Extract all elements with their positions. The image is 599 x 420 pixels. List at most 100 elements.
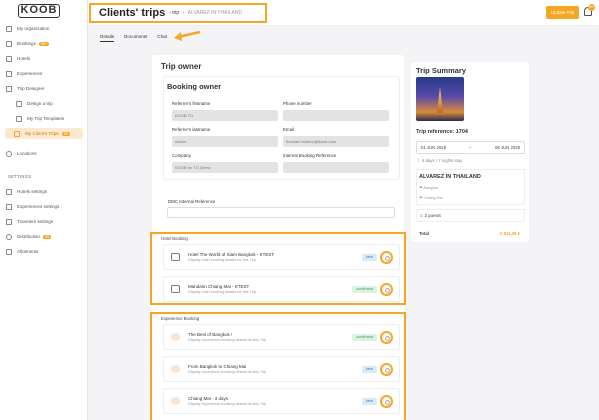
sidebar-item-travelers-settings[interactable]: Travelers settings (6, 216, 53, 227)
sidebar-item-trip-templates[interactable]: My Trip Templates (16, 113, 64, 124)
end-date: 06 JUN 2025 (495, 145, 521, 150)
breadcrumb: › trip › ALVAREZ IN THAILAND (169, 10, 242, 16)
clients-trips-badge: 99 (61, 131, 70, 136)
dmc-ref-input[interactable] (167, 207, 395, 218)
status-badge: sent (361, 254, 377, 261)
sidebar-item-locations[interactable]: Locations (6, 148, 37, 159)
sidebar-item-label: Trip Designer (17, 86, 45, 91)
sidebar-item-label: Allotments (17, 249, 39, 254)
sidebar-item-clients-trips[interactable]: My Client's Trips 99 (5, 128, 83, 139)
booking-title: Chiang Mai - 3 days (188, 396, 229, 401)
breadcrumb-trip[interactable]: trip (172, 10, 179, 16)
sidebar-item-label: Experiences (17, 71, 43, 76)
city-name: Chiang Mai (423, 196, 443, 200)
experience-booking-row[interactable]: Chiang Mai - 3 days Display experience b… (163, 388, 400, 414)
bed-icon (171, 253, 180, 261)
tab-documents[interactable]: Documents (124, 34, 147, 42)
details-toggle-icon[interactable] (380, 251, 393, 264)
koob-logo[interactable]: KOOB (18, 4, 60, 18)
bed-icon (171, 285, 180, 293)
sidebar-item-label: Travelers settings (17, 219, 54, 224)
sidebar-item-label: My Trip Templates (27, 116, 65, 121)
arrow-annotation-icon (174, 30, 201, 41)
referrer-firstname-field: KOOB TO (172, 110, 278, 121)
city-item: ⚑ Bangkok (419, 185, 438, 190)
folder-icon (14, 130, 20, 137)
hotel-booking-row[interactable]: Mandarin Chiang Mai - KTEST Display hote… (163, 276, 400, 302)
referrer-lastname-field: Admin (172, 136, 278, 147)
layers-icon (6, 70, 12, 77)
tab-details[interactable]: Details (100, 34, 115, 42)
status-badge: confirmed (352, 286, 377, 293)
sidebar-item-hotels[interactable]: Hotels (6, 53, 30, 64)
trip-name: ALVAREZ IN THAILAND (419, 174, 481, 180)
layers-icon (171, 365, 180, 373)
page-title: Clients' trips (99, 7, 166, 19)
settings-heading: SETTINGS (8, 174, 32, 179)
company-field: KOOB for TO Demo (172, 162, 278, 173)
layers-icon (171, 333, 180, 341)
update-trip-button[interactable]: Update Trip (546, 6, 579, 19)
tab-chat[interactable]: Chat (157, 34, 167, 42)
booking-title: Hotel The World of Siam Bangkok - KTEST (188, 252, 275, 257)
distribution-badge: 99 (42, 234, 52, 239)
duration: ☾ 6 days / 7 nights stay (417, 158, 462, 164)
details-toggle-icon[interactable] (380, 395, 393, 408)
notification-badge: 99+ (588, 4, 595, 11)
details-toggle-icon[interactable] (380, 331, 393, 344)
guests: ☺ 2 guests (419, 213, 441, 218)
trip-summary-title: Trip Summary (416, 66, 467, 75)
internal-ref-label: Internal Booking Reference (283, 153, 337, 158)
globe-icon (6, 150, 12, 157)
total-label: Total (419, 231, 429, 236)
share-icon (6, 233, 12, 240)
sidebar-item-label: My Client's Trips (25, 131, 59, 136)
calendar-icon (6, 40, 12, 47)
breadcrumb-separator: › (182, 10, 185, 16)
booking-owner-title: Booking owner (167, 82, 222, 91)
bed-icon (6, 55, 12, 62)
sidebar-item-design-trip[interactable]: Design a trip (16, 98, 53, 109)
sidebar-item-label: My organization (17, 26, 50, 31)
details-toggle-icon[interactable] (380, 283, 393, 296)
phone-field (283, 110, 389, 121)
start-date: 01 JUN 2025 (421, 145, 447, 150)
sidebar-item-hotels-settings[interactable]: Hotels settings (6, 186, 47, 197)
sidebar-item-bookings[interactable]: Bookings 99+ (6, 38, 50, 49)
trip-reference: Trip reference: 1704 (416, 129, 468, 135)
total-value: 2 811,36 € (500, 231, 521, 236)
tabs: Details Documents Chat (100, 34, 167, 42)
sidebar-item-distribution[interactable]: Distribution 99 (6, 231, 52, 242)
arrow-right-icon: → (467, 144, 472, 150)
phone-label: Phone number (283, 101, 312, 106)
experience-booking-row[interactable]: From Bangkok to Chiang Mai Display exper… (163, 356, 400, 382)
guests-text: 2 guests (424, 213, 441, 218)
sidebar-item-allotments[interactable]: Allotments (6, 246, 38, 257)
booking-subtitle: Display hotel booking details for this T… (188, 290, 256, 294)
sidebar-item-experiences-settings[interactable]: Experiences settings (6, 201, 59, 212)
dmc-ref-label: DMC Internal Reference (168, 199, 216, 204)
trip-owner-title: Trip owner (161, 62, 202, 71)
internal-ref-field (283, 162, 389, 173)
breadcrumb-trip-name: ALVAREZ IN THAILAND (187, 10, 243, 16)
referrer-lastname-label: Referrer's lastname (172, 127, 211, 132)
experience-booking-row[interactable]: The Best of Bangkok ! Display experience… (163, 324, 400, 350)
date-range: 01 JUN 2025 → 06 JUN 2025 (416, 141, 525, 154)
details-toggle-icon[interactable] (380, 363, 393, 376)
sidebar-item-trip-designer[interactable]: Trip Designer (6, 83, 44, 94)
experience-booking-label: Experience Booking (161, 316, 200, 321)
temple-shape (437, 87, 443, 113)
email-field: thomas+todemo@koob.com (283, 136, 389, 147)
sidebar-item-experiences[interactable]: Experiences (6, 68, 42, 79)
hotel-booking-row[interactable]: Hotel The World of Siam Bangkok - KTEST … (163, 244, 400, 270)
bed-icon (6, 188, 12, 195)
sidebar-item-organization[interactable]: My organization (6, 23, 49, 34)
city-name: Bangkok (423, 186, 439, 190)
status-badge: sent (361, 366, 377, 373)
booking-title: The Best of Bangkok ! (188, 332, 233, 337)
pencil-icon (6, 85, 12, 92)
sidebar-item-label: Design a trip (27, 101, 53, 106)
booking-subtitle: Display experience booking details for t… (188, 402, 267, 406)
tools-icon (16, 100, 22, 107)
referrer-firstname-label: Referrer's firstname (172, 101, 211, 106)
